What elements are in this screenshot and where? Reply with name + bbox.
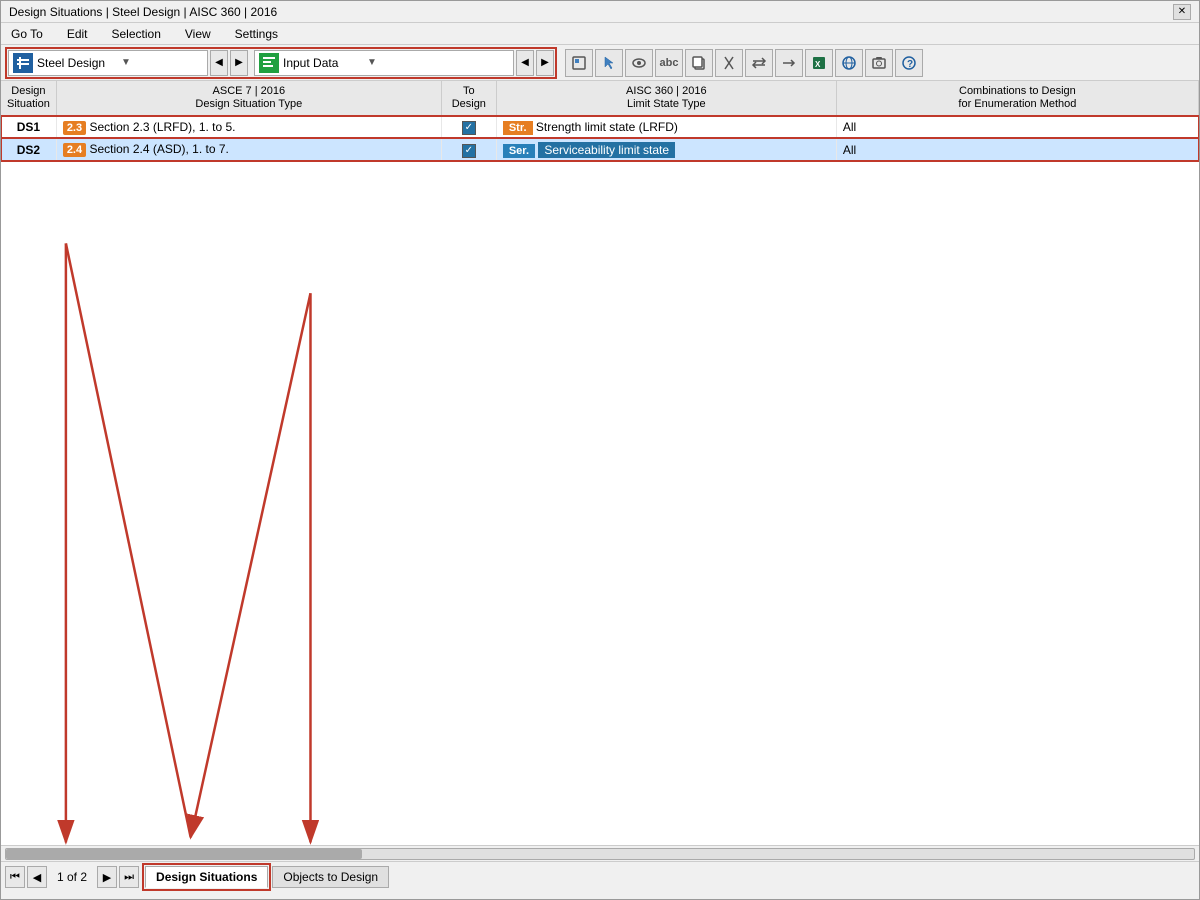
nav-last-btn[interactable]: ⏭ bbox=[119, 866, 139, 888]
horizontal-scrollbar[interactable] bbox=[5, 848, 1195, 860]
ds2-description-cell: 2.4 Section 2.4 (ASD), 1. to 7. bbox=[56, 138, 441, 161]
steel-design-nav-right[interactable]: ▶ bbox=[230, 50, 248, 76]
arrows-overlay bbox=[1, 81, 1199, 845]
title-bar: Design Situations | Steel Design | AISC … bbox=[1, 1, 1199, 23]
tab-design-situations[interactable]: Design Situations bbox=[145, 866, 268, 888]
tab-objects-to-design[interactable]: Objects to Design bbox=[272, 866, 389, 888]
menu-bar: Go To Edit Selection View Settings bbox=[1, 23, 1199, 45]
select-tool-btn[interactable] bbox=[565, 49, 593, 77]
cursor-tool-btn[interactable] bbox=[595, 49, 623, 77]
status-bar: ⏮ ◀ 1 of 2 ▶ ⏭ Design Situations Objects… bbox=[1, 845, 1199, 900]
ds1-limit-state-cell: Str. Strength limit state (LRFD) bbox=[496, 116, 836, 139]
steel-design-dropdown[interactable]: Steel Design ▼ bbox=[8, 50, 208, 76]
ds1-checkbox[interactable]: ✓ bbox=[462, 121, 476, 135]
nav-row: ⏮ ◀ 1 of 2 ▶ ⏭ Design Situations Objects… bbox=[1, 862, 1199, 892]
ds1-limit-badge: Str. bbox=[503, 121, 533, 135]
ds1-badge: 2.3 bbox=[63, 121, 86, 135]
scrollbar-thumb[interactable] bbox=[6, 849, 362, 859]
col-header-asce: ASCE 7 | 2016 Design Situation Type bbox=[56, 81, 441, 116]
ds1-description: Section 2.3 (LRFD), 1. to 5. bbox=[89, 120, 235, 134]
ds2-limit-badge: Ser. bbox=[503, 144, 535, 158]
svg-text:?: ? bbox=[907, 59, 913, 70]
menu-edit[interactable]: Edit bbox=[61, 25, 94, 43]
ds2-description: Section 2.4 (ASD), 1. to 7. bbox=[89, 142, 228, 156]
main-window: Design Situations | Steel Design | AISC … bbox=[0, 0, 1200, 900]
table-row-ds1[interactable]: DS1 2.3 Section 2.3 (LRFD), 1. to 5. ✓ S… bbox=[1, 116, 1199, 139]
photo-tool-btn[interactable] bbox=[865, 49, 893, 77]
v-arrow-right bbox=[191, 293, 311, 837]
copy-tool-btn[interactable] bbox=[685, 49, 713, 77]
cut-tool-btn[interactable] bbox=[715, 49, 743, 77]
window-title: Design Situations | Steel Design | AISC … bbox=[9, 5, 277, 19]
input-data-arrow: ▼ bbox=[367, 57, 377, 68]
ds1-id-cell: DS1 bbox=[1, 116, 56, 139]
nav-first-btn[interactable]: ⏮ bbox=[5, 866, 25, 888]
input-data-label: Input Data bbox=[283, 56, 363, 70]
steel-design-arrow: ▼ bbox=[121, 57, 131, 68]
ds2-checkbox[interactable]: ✓ bbox=[462, 144, 476, 158]
page-info: 1 of 2 bbox=[49, 868, 95, 886]
v-arrow-left bbox=[66, 243, 191, 837]
ds2-id-cell: DS2 bbox=[1, 138, 56, 161]
web-tool-btn[interactable] bbox=[835, 49, 863, 77]
ds2-limit-state-cell: Ser. Serviceability limit state bbox=[496, 138, 836, 161]
table-header-row: Design Situation ASCE 7 | 2016 Design Si… bbox=[1, 81, 1199, 116]
text-tool-btn[interactable]: abc bbox=[655, 49, 683, 77]
steel-design-nav-left[interactable]: ◀ bbox=[210, 50, 228, 76]
col-header-design-situation: Design Situation bbox=[1, 81, 56, 116]
steel-design-icon bbox=[13, 53, 33, 73]
tool-buttons: abc X ? bbox=[565, 49, 923, 77]
input-data-icon bbox=[259, 53, 279, 73]
arrow-tool-btn[interactable] bbox=[775, 49, 803, 77]
data-table: Design Situation ASCE 7 | 2016 Design Si… bbox=[1, 81, 1199, 162]
col-header-combinations: Combinations to Design for Enumeration M… bbox=[836, 81, 1198, 116]
nav-prev-btn[interactable]: ◀ bbox=[27, 866, 47, 888]
toolbar: Steel Design ▼ ◀ ▶ Input Data ▼ ◀ ▶ bbox=[1, 45, 1199, 81]
ds1-to-design-cell[interactable]: ✓ bbox=[441, 116, 496, 139]
ds1-combinations-cell: All bbox=[836, 116, 1198, 139]
help-tool-btn[interactable]: ? bbox=[895, 49, 923, 77]
ds2-to-design-cell[interactable]: ✓ bbox=[441, 138, 496, 161]
input-data-nav-left[interactable]: ◀ bbox=[516, 50, 534, 76]
svg-text:X: X bbox=[815, 60, 821, 69]
toolbar-dropdowns-section: Steel Design ▼ ◀ ▶ Input Data ▼ ◀ ▶ bbox=[5, 47, 557, 79]
main-content: Design Situation ASCE 7 | 2016 Design Si… bbox=[1, 81, 1199, 845]
ds2-combinations-cell: All bbox=[836, 138, 1198, 161]
menu-goto[interactable]: Go To bbox=[5, 25, 49, 43]
table-row-ds2[interactable]: DS2 2.4 Section 2.4 (ASD), 1. to 7. ✓ Se… bbox=[1, 138, 1199, 161]
menu-selection[interactable]: Selection bbox=[106, 25, 167, 43]
exchange-tool-btn[interactable] bbox=[745, 49, 773, 77]
eye-tool-btn[interactable] bbox=[625, 49, 653, 77]
col-header-aisc: AISC 360 | 2016 Limit State Type bbox=[496, 81, 836, 116]
close-button[interactable]: ✕ bbox=[1173, 4, 1191, 20]
ds1-description-cell: 2.3 Section 2.3 (LRFD), 1. to 5. bbox=[56, 116, 441, 139]
steel-design-label: Steel Design bbox=[37, 56, 117, 70]
menu-view[interactable]: View bbox=[179, 25, 217, 43]
ds1-limit-text: Strength limit state (LRFD) bbox=[536, 120, 678, 134]
col-header-to-design: To Design bbox=[441, 81, 496, 116]
input-data-dropdown[interactable]: Input Data ▼ bbox=[254, 50, 514, 76]
excel-tool-btn[interactable]: X bbox=[805, 49, 833, 77]
ds2-badge: 2.4 bbox=[63, 143, 86, 157]
scroll-bar-row bbox=[1, 846, 1199, 862]
ds2-limit-text: Serviceability limit state bbox=[538, 142, 675, 158]
menu-settings[interactable]: Settings bbox=[229, 25, 284, 43]
input-data-nav-right[interactable]: ▶ bbox=[536, 50, 554, 76]
nav-next-btn[interactable]: ▶ bbox=[97, 866, 117, 888]
